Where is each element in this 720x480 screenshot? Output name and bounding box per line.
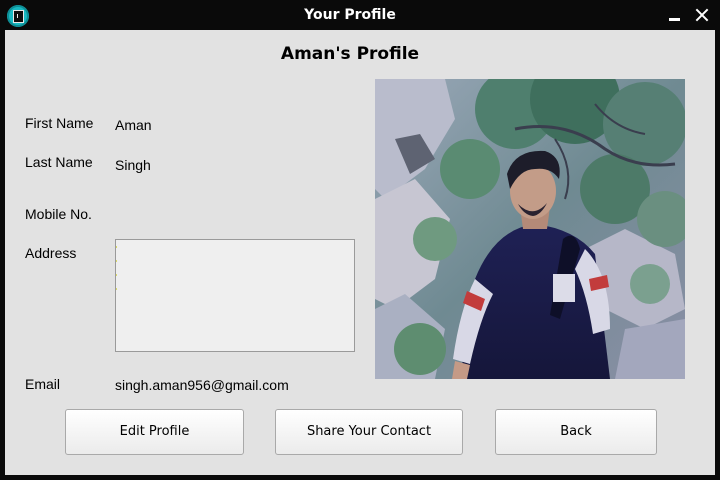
profile-heading: Aman's Profile	[280, 44, 420, 64]
last-name-value: Singh	[115, 157, 151, 173]
mobile-label: Mobile No.	[25, 206, 92, 222]
profile-photo	[375, 79, 685, 379]
title-bar: Your Profile	[0, 0, 720, 30]
profile-window: Your Profile Aman's Profile First Name A…	[0, 0, 720, 480]
email-label: Email	[25, 376, 61, 392]
back-button[interactable]: Back	[495, 409, 657, 455]
minimize-icon[interactable]	[667, 6, 685, 24]
close-icon[interactable]	[694, 6, 712, 24]
last-name-label: Last Name	[25, 154, 93, 170]
address-text-area[interactable]	[115, 239, 355, 352]
profile-panel: Aman's Profile First Name Aman Last Name…	[5, 30, 715, 475]
address-label: Address	[25, 245, 77, 261]
first-name-value: Aman	[115, 117, 152, 133]
first-name-label: First Name	[25, 115, 94, 131]
window-title: Your Profile	[304, 7, 396, 23]
email-value: singh.aman956@gmail.com	[115, 377, 289, 393]
edit-profile-button[interactable]: Edit Profile	[65, 409, 244, 455]
share-contact-button[interactable]: Share Your Contact	[275, 409, 463, 455]
